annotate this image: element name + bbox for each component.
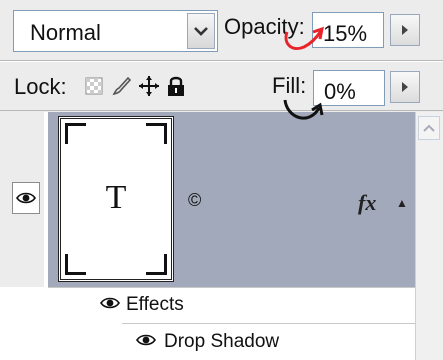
effects-expand-caret[interactable]: ▲: [396, 196, 408, 210]
thumbnail-corner: [146, 254, 167, 275]
lock-all-padlock-icon[interactable]: [164, 72, 188, 100]
drop-shadow-label: Drop Shadow: [164, 331, 280, 352]
scroll-up-icon[interactable]: [418, 116, 440, 140]
lock-position-move-icon[interactable]: [137, 72, 161, 100]
effects-row[interactable]: Effects: [48, 287, 415, 323]
opacity-label: Opacity:: [224, 14, 305, 39]
lock-label: Lock:: [14, 74, 67, 99]
thumbnail-corner: [65, 123, 86, 144]
lock-transparent-icon[interactable]: [82, 72, 106, 100]
layers-panel: Normal Opacity: 15% Lock: Fill: 0% T © f…: [0, 0, 443, 360]
opacity-value: 15%: [323, 21, 368, 46]
stepper-arrow-icon: [402, 82, 408, 92]
visibility-column: [0, 112, 44, 287]
layer-thumbnail[interactable]: T: [58, 116, 174, 282]
fill-stepper-button[interactable]: [390, 71, 420, 103]
chevron-down-icon[interactable]: [187, 13, 215, 49]
fill-label: Fill:: [272, 73, 307, 98]
stepper-arrow-icon: [402, 25, 408, 35]
scrollbar[interactable]: [415, 112, 443, 360]
divider: [0, 61, 443, 62]
layer-visibility-toggle[interactable]: [12, 182, 40, 214]
effects-label: Effects: [126, 294, 184, 315]
blend-mode-select[interactable]: Normal: [13, 10, 218, 52]
divider: [0, 110, 443, 111]
drop-shadow-row[interactable]: Drop Shadow: [122, 323, 415, 360]
blend-opacity-row: Normal Opacity: 15%: [0, 0, 443, 60]
fx-badge[interactable]: fx: [358, 190, 376, 216]
lock-image-brush-icon[interactable]: [110, 72, 134, 100]
type-layer-glyph: T: [105, 179, 127, 216]
layers-list: T © fx ▲ Effects Drop Shadow: [0, 112, 443, 360]
layer-row-selected[interactable]: T © fx ▲: [48, 112, 415, 287]
thumbnail-corner: [146, 123, 167, 144]
fill-value: 0%: [324, 79, 356, 104]
opacity-input[interactable]: 15%: [312, 12, 384, 48]
blend-mode-value: Normal: [30, 20, 101, 45]
opacity-stepper-button[interactable]: [390, 14, 420, 46]
eye-icon: [16, 192, 36, 204]
eye-icon[interactable]: [100, 297, 120, 309]
eye-icon[interactable]: [136, 334, 156, 346]
fill-input[interactable]: 0%: [313, 70, 385, 106]
layer-name[interactable]: ©: [188, 190, 201, 211]
thumbnail-corner: [65, 254, 86, 275]
